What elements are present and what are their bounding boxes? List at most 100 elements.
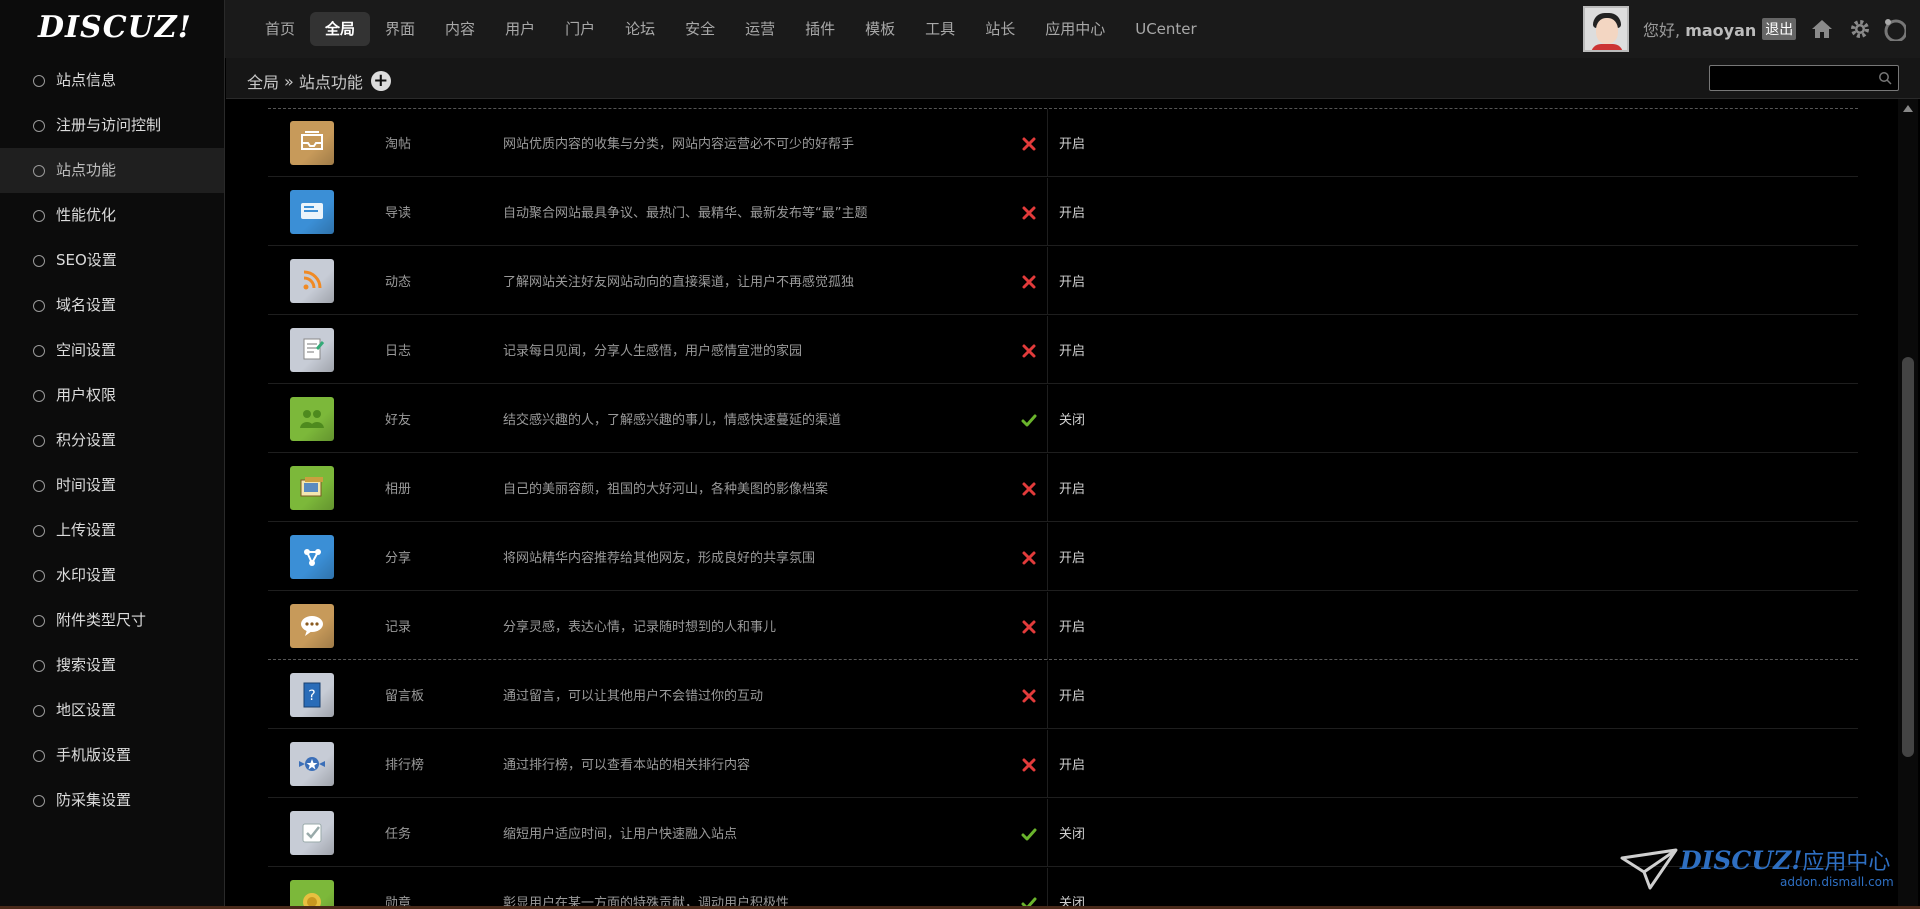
toggle-action-link[interactable]: 关闭	[1059, 409, 1085, 428]
toggle-action-link[interactable]: 开启	[1059, 271, 1085, 290]
nav-item[interactable]: 工具	[910, 12, 970, 46]
sidebar-item[interactable]: 用户权限	[0, 373, 224, 418]
nav-item[interactable]: 门户	[550, 12, 610, 46]
theme-icon[interactable]	[1882, 17, 1907, 41]
paper-plane-icon	[1620, 848, 1678, 890]
logout-button[interactable]: 退出	[1762, 18, 1797, 40]
toggle-action-link[interactable]: 开启	[1059, 685, 1085, 704]
feature-description: 通过留言，可以让其他用户不会错过你的互动	[503, 689, 764, 704]
feature-row: 好友 结交感兴趣的人，了解感兴趣的事儿，情感快速蔓延的渠道 关闭	[268, 385, 1858, 453]
nav-item[interactable]: UCenter	[1120, 12, 1211, 46]
watermark-url: addon.dismall.com	[1780, 875, 1894, 889]
cross-icon	[1021, 343, 1037, 359]
breadcrumb-bar: 全局 » 站点功能 +	[226, 58, 1920, 99]
feature-description: 自动聚合网站最具争议、最热门、最精华、最新发布等“最”主题	[503, 206, 868, 221]
top-header: DISCUZ! 首页 全局 界面 内容 用户 门户 论坛 安全 运营 插件 模板 工具 站长 应用中心 UC…	[0, 0, 1920, 58]
sidebar-item[interactable]: 性能优化	[0, 193, 224, 238]
sidebar-item[interactable]: 注册与访问控制	[0, 103, 224, 148]
nav-item[interactable]: 界面	[370, 12, 430, 46]
column-divider	[1047, 109, 1048, 177]
sidebar-item[interactable]: 空间设置	[0, 328, 224, 373]
cross-icon	[1021, 136, 1037, 152]
feed-icon	[290, 259, 334, 303]
nav-item[interactable]: 论坛	[610, 12, 670, 46]
sidebar-item[interactable]: 时间设置	[0, 463, 224, 508]
feature-description: 将网站精华内容推荐给其他网友，形成良好的共享氛围	[503, 551, 816, 566]
column-divider	[1047, 868, 1048, 909]
avatar[interactable]	[1583, 6, 1629, 52]
sidebar-item[interactable]: 防采集设置	[0, 778, 224, 823]
nav-item[interactable]: 内容	[430, 12, 490, 46]
toggle-action-link[interactable]: 开启	[1059, 202, 1085, 221]
username[interactable]: maoyan	[1685, 21, 1756, 40]
scroll-up-arrow[interactable]	[1903, 105, 1913, 112]
search-input[interactable]	[1709, 65, 1899, 91]
breadcrumb-current: 站点功能	[298, 73, 363, 92]
feature-name: 淘帖	[385, 137, 412, 152]
nav-item[interactable]: 全局	[310, 12, 371, 46]
nav-item[interactable]: 应用中心	[1030, 12, 1120, 46]
check-icon	[1021, 412, 1037, 428]
sidebar-item[interactable]: 站点功能	[0, 148, 224, 193]
gear-icon[interactable]	[1848, 17, 1872, 41]
sidebar-item[interactable]: 搜索设置	[0, 643, 224, 688]
sidebar-item[interactable]: 站点信息	[0, 58, 224, 103]
feature-name: 排行榜	[385, 758, 425, 773]
sidebar: 站点信息 注册与访问控制 站点功能 性能优化 SEO设置 域名设置 空间设置 用户权限 积分设置…	[0, 58, 225, 909]
column-divider	[1047, 385, 1048, 453]
logo[interactable]: DISCUZ!	[38, 10, 192, 45]
feature-description: 分享灵感，表达心情，记录随时想到的人和事儿	[503, 620, 777, 635]
toggle-action-link[interactable]: 关闭	[1059, 823, 1085, 842]
feature-row: ? 留言板 通过留言，可以让其他用户不会错过你的互动 开启	[268, 661, 1858, 729]
toggle-action-link[interactable]: 开启	[1059, 340, 1085, 359]
sidebar-item[interactable]: 域名设置	[0, 283, 224, 328]
sidebar-item[interactable]: 积分设置	[0, 418, 224, 463]
feature-name: 任务	[385, 827, 412, 842]
nav-item[interactable]: 首页	[250, 12, 310, 46]
feature-description: 网站优质内容的收集与分类，网站内容运营必不可少的好帮手	[503, 137, 855, 152]
nav-item[interactable]: 插件	[790, 12, 850, 46]
feature-name: 导读	[385, 206, 412, 221]
column-divider	[1047, 247, 1048, 315]
add-shortcut-icon[interactable]: +	[370, 71, 391, 91]
nav-item[interactable]: 用户	[490, 12, 550, 46]
nav-item[interactable]: 运营	[730, 12, 790, 46]
toggle-action-link[interactable]: 开启	[1059, 133, 1085, 152]
breadcrumb-separator: »	[284, 71, 294, 91]
sidebar-item[interactable]: 上传设置	[0, 508, 224, 553]
ranklist-icon	[290, 742, 334, 786]
feature-row: 导读 自动聚合网站最具争议、最热门、最精华、最新发布等“最”主题 开启	[268, 178, 1858, 246]
search-icon[interactable]	[1878, 71, 1892, 85]
column-divider	[1047, 799, 1048, 867]
watermark-brand: DISCUZ!	[1680, 846, 1803, 875]
feature-description: 结交感兴趣的人，了解感兴趣的事儿，情感快速蔓延的渠道	[503, 413, 842, 428]
nav-item[interactable]: 模板	[850, 12, 910, 46]
doing-icon	[290, 604, 334, 648]
cross-icon	[1021, 481, 1037, 497]
home-icon[interactable]	[1810, 17, 1834, 41]
cross-icon	[1021, 274, 1037, 290]
column-divider	[1047, 178, 1048, 246]
scrollbar[interactable]	[1898, 99, 1918, 909]
feature-name: 留言板	[385, 689, 425, 704]
toggle-action-link[interactable]: 开启	[1059, 478, 1085, 497]
nav-item[interactable]: 站长	[970, 12, 1030, 46]
sidebar-item[interactable]: 手机版设置	[0, 733, 224, 778]
sidebar-item[interactable]: 附件类型尺寸	[0, 598, 224, 643]
breadcrumb-root[interactable]: 全局	[247, 69, 279, 93]
sidebar-item[interactable]: 地区设置	[0, 688, 224, 733]
scroll-thumb[interactable]	[1902, 357, 1914, 757]
breadcrumb: 全局 » 站点功能 +	[247, 69, 391, 93]
column-divider	[1047, 592, 1048, 660]
sidebar-item[interactable]: SEO设置	[0, 238, 224, 283]
svg-text:?: ?	[308, 688, 315, 704]
toggle-action-link[interactable]: 开启	[1059, 754, 1085, 773]
nav-item[interactable]: 安全	[670, 12, 730, 46]
column-divider	[1047, 454, 1048, 522]
feature-row: 相册 自己的美丽容颜，祖国的大好河山，各种美图的影像档案 开启	[268, 454, 1858, 522]
feature-row: 排行榜 通过排行榜，可以查看本站的相关排行内容 开启	[268, 730, 1858, 798]
sidebar-item[interactable]: 水印设置	[0, 553, 224, 598]
toggle-action-link[interactable]: 开启	[1059, 616, 1085, 635]
feature-description: 自己的美丽容颜，祖国的大好河山，各种美图的影像档案	[503, 482, 829, 497]
toggle-action-link[interactable]: 开启	[1059, 547, 1085, 566]
